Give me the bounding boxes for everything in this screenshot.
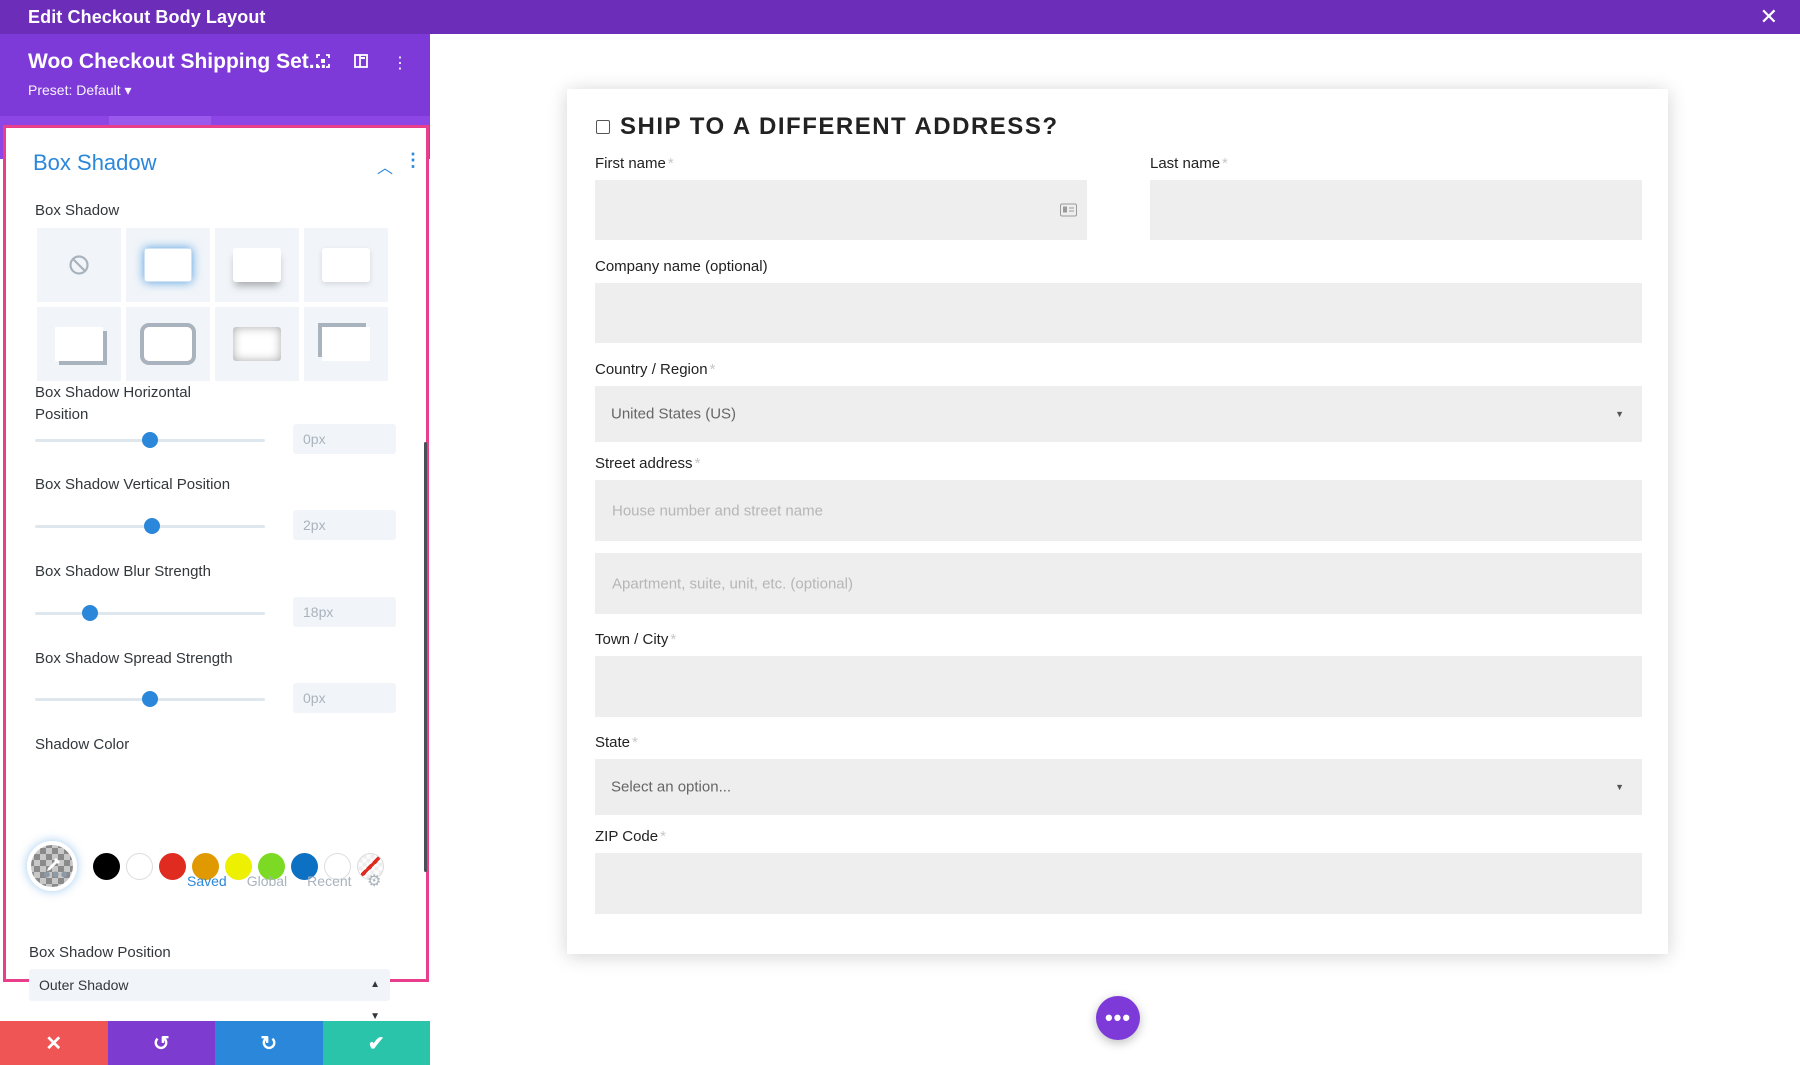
blur-strength-label: Box Shadow Blur Strength xyxy=(35,563,211,580)
chevron-down-icon: ▼ xyxy=(1615,782,1624,792)
preset-hard-top-left[interactable] xyxy=(304,307,388,381)
window-title: Edit Checkout Body Layout xyxy=(28,6,266,27)
last-name-label: Last name * xyxy=(1150,155,1228,172)
undo-button[interactable]: ↺ xyxy=(107,1021,215,1065)
street-address-2-field[interactable]: Apartment, suite, unit, etc. (optional) xyxy=(595,553,1642,614)
preset-inset[interactable] xyxy=(215,307,299,381)
slider-thumb[interactable] xyxy=(82,605,98,621)
company-label: Company name (optional) xyxy=(595,258,768,275)
horizontal-position-input[interactable]: 0px xyxy=(293,424,396,454)
box-shadow-presets xyxy=(37,228,388,381)
country-select[interactable]: United States (US) ▼ xyxy=(595,386,1642,442)
street-label: Street address * xyxy=(595,455,701,472)
street-address-1-field[interactable]: House number and street name xyxy=(595,480,1642,541)
section-options-icon[interactable]: ⋮ xyxy=(404,150,422,171)
shadow-position-value: Outer Shadow xyxy=(39,977,129,993)
preset-soft-glow[interactable] xyxy=(126,228,210,302)
panel-header: Woo Checkout Shipping Set... Preset: Def… xyxy=(0,34,430,116)
city-label: Town / City * xyxy=(595,631,677,648)
slider-thumb[interactable] xyxy=(142,691,158,707)
save-button[interactable]: ✔ xyxy=(322,1021,430,1065)
ship-to-different-address: SHIP TO A DIFFERENT ADDRESS? xyxy=(596,113,1058,141)
state-select[interactable]: Select an option... ▼ xyxy=(595,759,1642,815)
vertical-position-input[interactable]: 2px xyxy=(293,510,396,540)
box-shadow-presets-label: Box Shadow xyxy=(35,202,120,219)
ship-different-checkbox[interactable] xyxy=(596,120,610,134)
country-label: Country / Region * xyxy=(595,361,716,378)
contact-card-icon xyxy=(1060,203,1077,217)
section-title[interactable]: Box Shadow xyxy=(33,150,157,176)
page-settings-button[interactable]: ••• xyxy=(1096,996,1140,1040)
preset-none[interactable] xyxy=(37,228,121,302)
city-field[interactable] xyxy=(595,656,1642,717)
preset-bottom-soft[interactable] xyxy=(215,228,299,302)
shadow-color-label: Shadow Color xyxy=(35,736,130,753)
shadow-position-select[interactable]: Outer Shadow ▲ ▼ xyxy=(29,969,390,1022)
swatch-red[interactable] xyxy=(159,852,186,880)
preset-subtle[interactable] xyxy=(304,228,388,302)
horizontal-position-label: Box Shadow Horizontal Position xyxy=(35,384,191,423)
company-field[interactable] xyxy=(595,283,1642,343)
slider-thumb[interactable] xyxy=(144,518,160,534)
first-name-field[interactable] xyxy=(595,180,1087,240)
horizontal-position-slider[interactable] xyxy=(35,432,265,448)
redo-button[interactable]: ↻ xyxy=(215,1021,323,1065)
panel-scrollbar[interactable] xyxy=(424,442,427,872)
preset-hard-bottom-right[interactable] xyxy=(37,307,121,381)
spread-strength-input[interactable]: 0px xyxy=(293,683,396,713)
ship-heading-text: SHIP TO A DIFFERENT ADDRESS? xyxy=(620,113,1059,140)
none-icon xyxy=(69,255,89,275)
color-tab-saved[interactable]: Saved xyxy=(187,873,227,889)
street-placeholder: House number and street name xyxy=(612,502,823,519)
checkout-shipping-card: SHIP TO A DIFFERENT ADDRESS? First name *… xyxy=(567,89,1668,954)
discard-button[interactable]: ✕ xyxy=(0,1021,108,1065)
blur-strength-slider[interactable] xyxy=(35,605,265,621)
chevron-up-icon[interactable]: ︿ xyxy=(377,154,393,178)
close-icon[interactable]: ✕ xyxy=(1760,4,1778,30)
window-titlebar: Edit Checkout Body Layout ✕ xyxy=(0,0,1800,34)
vertical-position-slider[interactable] xyxy=(35,518,265,534)
zip-field[interactable] xyxy=(595,853,1642,914)
shadow-position-label: Box Shadow Position xyxy=(29,944,171,961)
preset-dropdown[interactable]: Preset: Default ▾ xyxy=(28,82,402,99)
color-tab-recent[interactable]: Recent xyxy=(307,873,351,889)
gear-icon[interactable]: ⚙ xyxy=(367,871,381,891)
header-icons: ⋮ xyxy=(316,54,408,73)
panel-action-bar: ✕ ↺ ↻ ✔ xyxy=(0,1021,430,1065)
split-view-icon[interactable] xyxy=(354,54,368,73)
blur-strength-input[interactable]: 18px xyxy=(293,597,396,627)
color-palette-tabs: Saved Global Recent xyxy=(187,873,352,889)
more-colors-icon[interactable]: ••• xyxy=(43,862,69,888)
color-tab-global[interactable]: Global xyxy=(247,873,287,889)
vertical-position-label: Box Shadow Vertical Position xyxy=(35,476,231,493)
zip-label: ZIP Code * xyxy=(595,828,666,845)
first-name-label: First name * xyxy=(595,155,674,172)
swatch-black[interactable] xyxy=(93,852,120,880)
apartment-placeholder: Apartment, suite, unit, etc. (optional) xyxy=(612,575,853,592)
fullscreen-icon[interactable] xyxy=(316,54,330,73)
chevron-down-icon: ▼ xyxy=(1615,409,1624,419)
swatch-white[interactable] xyxy=(126,852,153,880)
last-name-field[interactable] xyxy=(1150,180,1642,240)
state-label: State * xyxy=(595,734,638,751)
slider-thumb[interactable] xyxy=(142,432,158,448)
country-value: United States (US) xyxy=(611,405,737,423)
preset-outline[interactable] xyxy=(126,307,210,381)
state-value: Select an option... xyxy=(611,778,732,796)
more-options-icon[interactable]: ⋮ xyxy=(392,55,408,73)
spread-strength-label: Box Shadow Spread Strength xyxy=(35,650,233,667)
spread-strength-slider[interactable] xyxy=(35,691,265,707)
